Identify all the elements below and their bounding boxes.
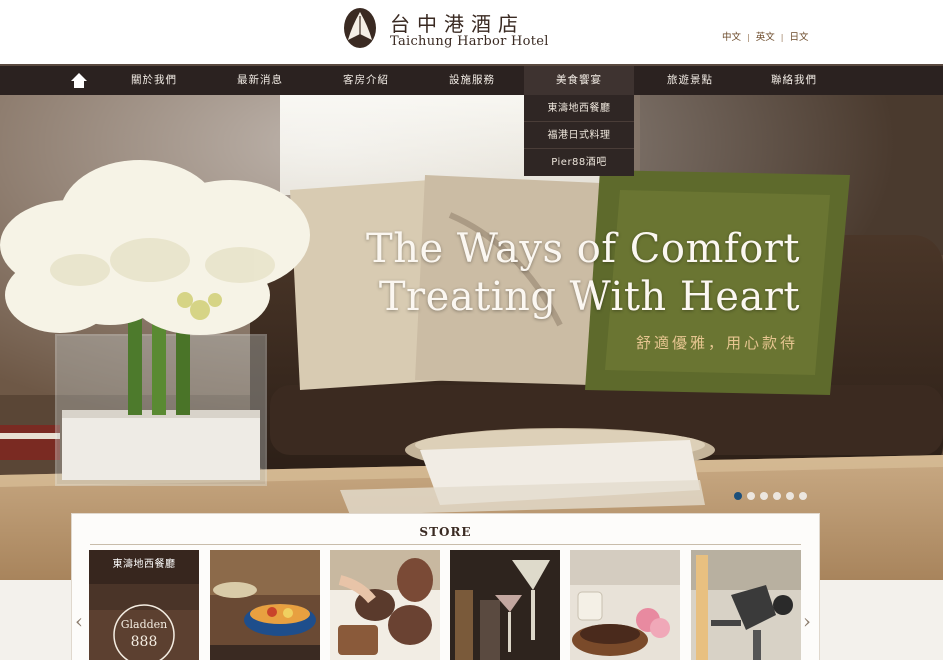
store-divider [90,544,801,545]
nav-item-about[interactable]: 關於我們 [108,66,200,95]
logo-english-name: Taichung Harbor Hotel [390,34,549,49]
hero-title: The Ways of Comfort Treating With Heart [330,225,800,321]
dropdown-item-japanese-cuisine[interactable]: 福港日式料理 [524,122,634,149]
dining-dropdown-menu: 東濤地西餐廳 福港日式料理 Pier88酒吧 [524,95,634,176]
slide-dot-1[interactable] [734,492,742,500]
nav-item-contact[interactable]: 聯絡我們 [748,66,840,95]
hero-background-image [0,95,943,580]
gym-photo [691,550,801,660]
lang-chinese-link[interactable]: 中文 [722,29,741,43]
nav-item-news[interactable]: 最新消息 [214,66,306,95]
slide-dot-4[interactable] [773,492,781,500]
chevron-right-icon[interactable]: › [803,611,811,631]
gladden-logo-text: Gladden [121,618,168,631]
store-card-japanese-food[interactable] [210,550,320,660]
nav-item-facilities[interactable]: 設施服務 [426,66,518,95]
slide-dot-3[interactable] [760,492,768,500]
store-card-western-restaurant[interactable]: Gladden 888 東濤地西餐廳 [89,550,199,660]
slide-dot-5[interactable] [786,492,794,500]
lang-english-link[interactable]: 英文 [756,29,775,43]
language-switcher: 中文 | 英文 | 日文 [722,29,808,43]
store-title: STORE [419,525,472,539]
store-card-spa[interactable] [570,550,680,660]
slide-dot-2[interactable] [747,492,755,500]
home-icon[interactable] [70,72,88,89]
bar-photo [450,550,560,660]
site-header: 台中港酒店 Taichung Harbor Hotel 中文 | 英文 | 日文 [0,0,943,64]
hero-title-line-2: Treating With Heart [378,274,800,320]
nav-item-rooms[interactable]: 客房介紹 [320,66,412,95]
gladden-logo-number: 888 [131,634,158,650]
spa-photo [570,550,680,660]
store-card-label: 東濤地西餐廳 [89,550,199,584]
store-section: STORE ‹ › Gladden 888 東濤地西餐廳 [71,513,820,660]
japanese-food-photo [210,550,320,660]
slide-dot-6[interactable] [799,492,807,500]
hero-slideshow: The Ways of Comfort Treating With Heart … [0,95,943,580]
tea-photo [330,550,440,660]
logo-chinese-name: 台中港酒店 [390,12,525,36]
nav-item-dining[interactable]: 美食饗宴 [524,66,634,95]
store-card-bar[interactable] [450,550,560,660]
store-card-gym[interactable] [691,550,801,660]
store-card-tea[interactable] [330,550,440,660]
dropdown-item-western-restaurant[interactable]: 東濤地西餐廳 [524,95,634,122]
main-nav: 關於我們 最新消息 客房介紹 設施服務 美食饗宴 旅遊景點 聯絡我們 [0,64,943,95]
logo-emblem-icon [344,8,376,48]
chevron-left-icon[interactable]: ‹ [75,611,83,631]
dropdown-item-pier88-bar[interactable]: Pier88酒吧 [524,149,634,176]
lang-separator: | [780,33,784,42]
hero-title-line-1: The Ways of Comfort [366,226,800,272]
hero-subtitle: 舒適優雅，用心款待 [635,334,798,352]
hotel-logo[interactable]: 台中港酒店 Taichung Harbor Hotel [342,6,564,54]
lang-separator: | [747,33,750,42]
lang-japanese-link[interactable]: 日文 [789,29,808,43]
nav-item-travel[interactable]: 旅遊景點 [644,66,736,95]
slide-indicators [734,492,812,502]
